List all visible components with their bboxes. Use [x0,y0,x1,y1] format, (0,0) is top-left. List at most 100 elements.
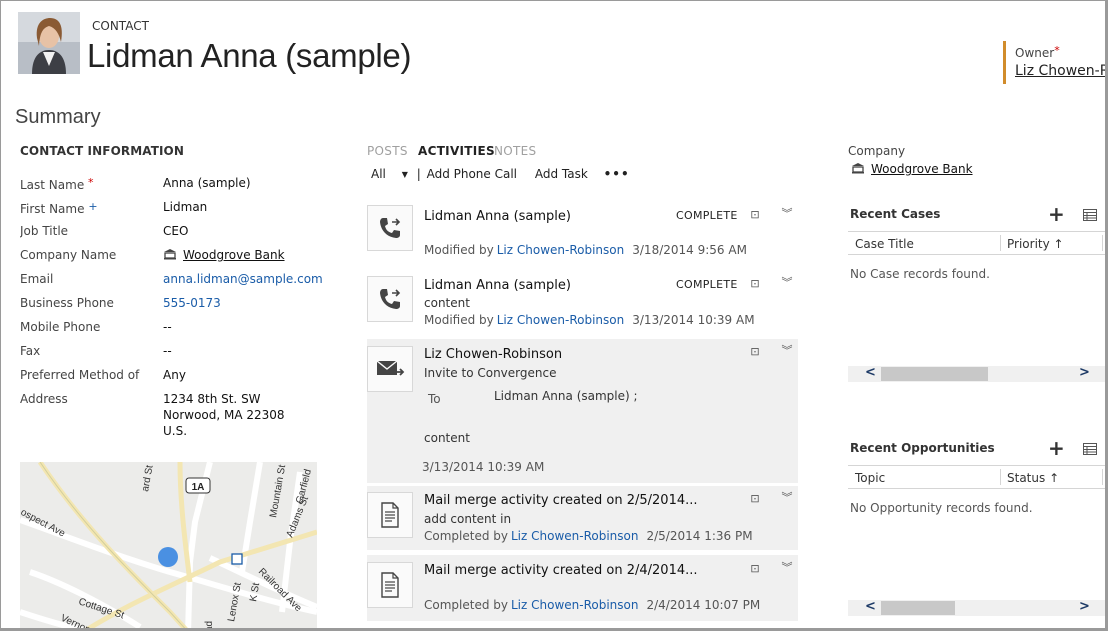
activity-user-link[interactable]: Liz Chowen-Robinson [497,313,625,327]
column-case-title[interactable]: Case Title [855,237,914,251]
scrollbar-thumb[interactable] [881,601,955,615]
column-divider[interactable] [1000,469,1001,485]
activity-title[interactable]: Mail merge activity created on 2/4/2014.… [424,563,698,578]
expand-icon[interactable]: ︾ [780,344,794,358]
cases-horizontal-scrollbar[interactable]: < > [848,365,1105,382]
activity-title[interactable]: Mail merge activity created on 2/5/2014.… [424,493,698,508]
activity-title[interactable]: Lidman Anna (sample) [424,278,571,293]
address-line-1: 1234 8th St. SW [163,392,261,406]
address-value[interactable]: 1234 8th St. SW Norwood, MA 22308 U.S. [163,391,285,439]
add-task-button[interactable]: Add Task [535,167,588,181]
activity-meta: Modified by Liz Chowen-Robinson 3/18/2014 … [424,243,747,257]
activity-item[interactable]: Liz Chowen-Robinson ⊡ ︾ Invite to Conver… [367,339,798,483]
expand-icon[interactable]: ︾ [780,491,794,505]
expand-icon[interactable]: ︾ [780,561,794,575]
document-icon [367,492,413,538]
map-label-mountain: Mountain St [268,464,288,519]
grid-view-icon[interactable] [1083,440,1097,459]
activity-item[interactable]: Lidman Anna (sample) COMPLETE ⊡ ︾ Modifi… [367,199,798,265]
activity-filter-select[interactable]: All [371,167,386,181]
tab-activities[interactable]: ACTIVITIES [418,144,495,158]
job-title-value[interactable]: CEO [163,223,188,239]
expand-icon[interactable]: ︾ [780,207,794,221]
first-name-value[interactable]: Lidman [163,199,207,215]
company-name-value[interactable]: Woodgrove Bank [163,247,285,263]
open-record-icon[interactable]: ⊡ [748,345,762,359]
column-divider[interactable] [1102,235,1103,251]
email-subject: Invite to Convergence [424,366,557,380]
address-line-2: Norwood, MA 22308 [163,408,285,422]
activity-title[interactable]: Liz Chowen-Robinson [424,347,562,362]
add-case-icon[interactable]: + [1048,204,1065,224]
expand-icon[interactable]: ︾ [780,276,794,290]
activity-description: content [424,296,470,310]
activity-item[interactable]: Mail merge activity created on 2/5/2014.… [367,486,798,550]
owner-link[interactable]: Liz Chowen-R [1015,63,1105,79]
required-marker: * [1054,44,1060,57]
scroll-right-icon[interactable]: > [1079,599,1090,614]
business-phone-value[interactable]: 555-0173 [163,295,221,311]
open-record-icon[interactable]: ⊡ [748,208,762,222]
activity-title[interactable]: Lidman Anna (sample) [424,209,571,224]
company-field[interactable]: Woodgrove Bank [851,162,973,176]
activity-command-bar: All ▼ | Add Phone Call Add Task ••• [371,167,630,181]
recent-opportunities-heading: Recent Opportunities [850,441,995,455]
column-divider[interactable] [1102,469,1103,485]
owner-field: Owner* Liz Chowen-R [1003,41,1105,84]
contact-form: CONTACT Lidman Anna (sample) Owner* Liz … [0,0,1108,631]
activity-description: add content in [424,512,512,526]
company-lookup-link[interactable]: Woodgrove Bank [183,248,285,262]
scroll-right-icon[interactable]: > [1079,365,1090,380]
tab-posts[interactable]: POSTS [367,144,408,158]
activity-user-link[interactable]: Liz Chowen-Robinson [511,529,639,543]
activity-item[interactable]: Lidman Anna (sample) COMPLETE ⊡ ︾ conten… [367,269,798,335]
activity-status: COMPLETE [676,278,738,291]
owner-label: Owner* [1015,44,1060,60]
company-label: Company [848,144,906,158]
column-topic[interactable]: Topic [855,471,885,485]
field-label-fax: Fax [20,344,41,358]
scroll-left-icon[interactable]: < [865,599,876,614]
last-name-value[interactable]: Anna (sample) [163,175,251,191]
activity-item[interactable]: Mail merge activity created on 2/4/2014.… [367,555,798,621]
recent-cases-heading: Recent Cases [850,207,941,221]
column-divider[interactable] [1000,235,1001,251]
map-label-cottage: Cottage St [77,596,126,621]
separator: | [416,167,421,181]
mobile-phone-value[interactable]: -- [163,319,172,335]
phone-call-icon [367,205,413,251]
open-record-icon[interactable]: ⊡ [748,562,762,576]
account-icon [851,162,865,174]
account-icon [163,248,177,260]
column-priority[interactable]: Priority ↑ [1007,237,1064,251]
opportunities-empty-message: No Opportunity records found. [850,501,1033,515]
address-map[interactable]: 1A Cottage St Vernon St ospect Ave Lenox… [20,462,317,631]
activity-user-link[interactable]: Liz Chowen-Robinson [511,598,639,612]
route-shield-label: 1A [192,482,205,493]
more-commands-button[interactable]: ••• [604,167,630,181]
company-lookup-link[interactable]: Woodgrove Bank [871,162,973,176]
field-label-company-name: Company Name [20,248,117,262]
scroll-left-icon[interactable]: < [865,365,876,380]
open-record-icon[interactable]: ⊡ [748,492,762,506]
opportunities-horizontal-scrollbar[interactable]: < > [848,599,1105,616]
add-phone-call-button[interactable]: Add Phone Call [427,167,517,181]
grid-view-icon[interactable] [1083,206,1097,225]
chevron-down-icon[interactable]: ▼ [402,170,408,179]
open-record-icon[interactable]: ⊡ [748,277,762,291]
field-label-business-phone: Business Phone [20,296,114,310]
map-label-ad: ad [204,621,215,631]
scrollbar-thumb[interactable] [881,367,988,381]
document-icon [367,562,413,608]
phone-call-icon [367,276,413,322]
column-status[interactable]: Status ↑ [1007,471,1059,485]
email-value[interactable]: anna.lidman@sample.com [163,271,323,287]
tab-notes[interactable]: NOTES [494,144,536,158]
activity-user-link[interactable]: Liz Chowen-Robinson [497,243,625,257]
add-opportunity-icon[interactable]: + [1048,438,1065,458]
contact-avatar[interactable] [18,12,80,74]
activity-meta: Completed by Liz Chowen-Robinson 2/4/2014 … [424,598,761,612]
fax-value[interactable]: -- [163,343,172,359]
recommended-marker: + [88,200,98,213]
preferred-method-value[interactable]: Any [163,367,186,383]
